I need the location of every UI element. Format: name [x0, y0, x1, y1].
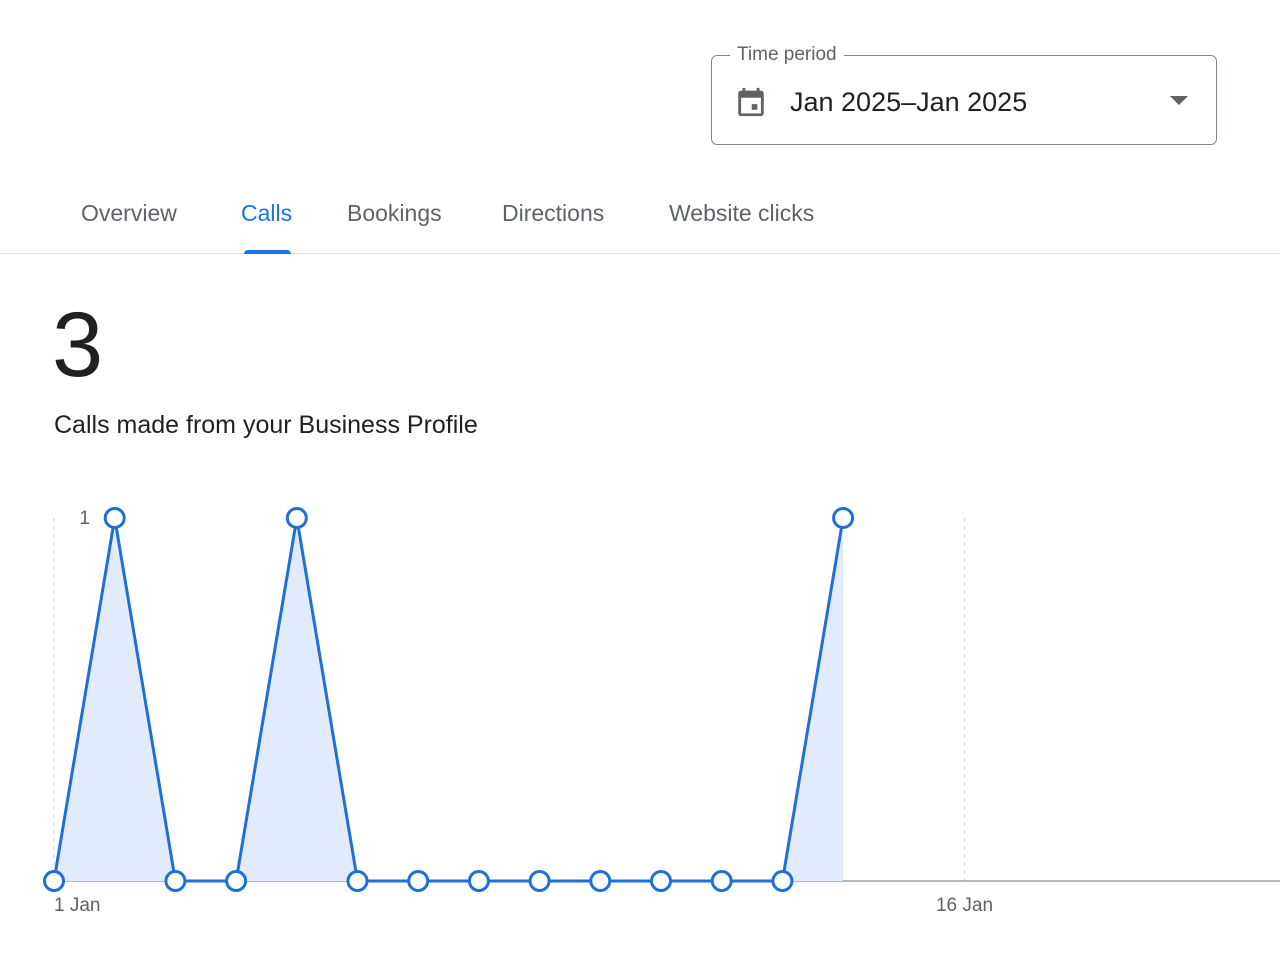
data-point: [771, 870, 794, 892]
data-point: [285, 507, 308, 529]
data-point: [346, 870, 369, 892]
y-tick-label: 1: [79, 508, 90, 529]
data-point: [103, 507, 126, 529]
x-tick-label: 1 Jan: [54, 895, 100, 916]
x-tick-label: 16 Jan: [936, 895, 993, 916]
data-point: [225, 870, 248, 892]
data-point: [164, 870, 187, 892]
area-fill: [54, 518, 844, 881]
series-line: [52, 517, 845, 883]
data-point: [589, 870, 612, 892]
data-point: [467, 870, 490, 892]
insights-page: Time period Jan 2025–Jan 2025 Overview C…: [0, 0, 1280, 961]
data-point: [528, 870, 551, 892]
data-point: [650, 870, 672, 892]
data-point: [832, 507, 855, 529]
data-point: [710, 870, 733, 892]
data-point: [43, 870, 65, 892]
data-point: [407, 870, 430, 892]
calls-line-chart: 1 1 Jan 16 Jan: [43, 507, 1280, 916]
